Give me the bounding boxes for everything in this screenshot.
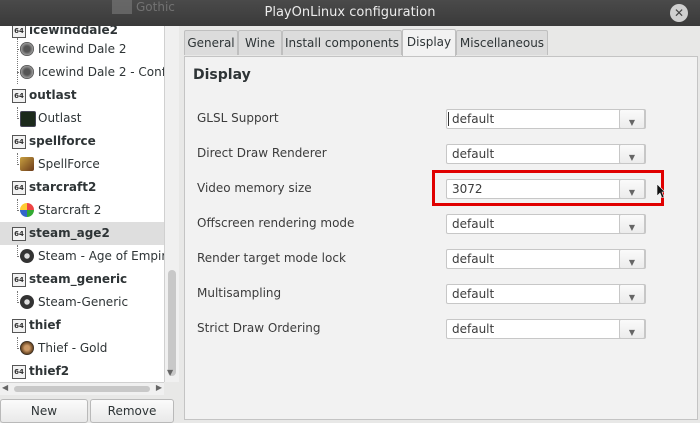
tree-item-steam-age-of-empires[interactable]: Steam - Age of Empires [0, 245, 164, 268]
highlight-box [432, 170, 664, 206]
title-bar: Gothic PlayOnLinux configuration ✕ [0, 0, 700, 26]
outlast-icon [20, 111, 36, 127]
tree-item-outlast[interactable]: Outlast [0, 107, 164, 130]
remove-button[interactable]: Remove [90, 399, 174, 423]
chevron-down-icon: ▼ [628, 293, 636, 302]
chevron-down-icon: ▼ [628, 258, 636, 267]
close-button[interactable]: ✕ [670, 4, 688, 22]
scrollbar-thumb[interactable] [14, 386, 150, 392]
offscreen-rendering-mode-label: Offscreen rendering mode [197, 216, 355, 230]
app-tree[interactable]: 64 icewinddale2 Icewind Dale 2 Icewind D… [0, 26, 165, 382]
arch-64-icon: 64 [12, 319, 26, 333]
arch-64-icon: 64 [12, 89, 26, 103]
tree-category-steam-generic[interactable]: 64 steam_generic [0, 268, 164, 291]
display-settings-pane: Display GLSL Support default ▼ Direct Dr… [184, 56, 698, 420]
chevron-down-icon: ▼ [628, 223, 636, 232]
steam-icon [20, 249, 34, 263]
chevron-down-icon: ▼ [628, 328, 636, 337]
strict-draw-ordering-select[interactable]: default ▼ [446, 319, 646, 339]
dropdown-arrow-button[interactable]: ▼ [619, 144, 645, 164]
chevron-down-icon: ▼ [628, 153, 636, 162]
spellforce-icon [20, 157, 34, 171]
glsl-support-select[interactable]: default ▼ [446, 109, 646, 129]
arch-64-icon: 64 [12, 26, 26, 38]
render-target-mode-lock-select[interactable]: default ▼ [446, 249, 646, 269]
tree-category-thief2[interactable]: 64 thief2 [0, 360, 164, 382]
tree-vertical-scrollbar[interactable]: ▼ [164, 26, 179, 382]
tree-item-spellforce[interactable]: SpellForce [0, 153, 164, 176]
tree-category-spellforce[interactable]: 64 spellforce [0, 130, 164, 153]
tree-item-starcraft-2[interactable]: Starcraft 2 [0, 199, 164, 222]
scroll-left-icon[interactable]: ◀ [2, 383, 8, 392]
scroll-right-icon[interactable]: ▶ [156, 383, 162, 392]
thief-icon [20, 341, 34, 355]
tab-install-components[interactable]: Install components [282, 30, 402, 55]
window-title: PlayOnLinux configuration [264, 5, 436, 20]
tree-category-steam-age2[interactable]: 64 steam_age2 [0, 222, 164, 245]
dropdown-arrow-button[interactable]: ▼ [619, 109, 645, 129]
multisampling-select[interactable]: default ▼ [446, 284, 646, 304]
gear-icon [20, 42, 34, 56]
new-button[interactable]: New [0, 399, 88, 423]
multisampling-label: Multisampling [197, 286, 282, 300]
dropdown-arrow-button[interactable]: ▼ [619, 214, 645, 234]
tree-item-thief-gold[interactable]: Thief - Gold [0, 337, 164, 360]
offscreen-rendering-mode-select[interactable]: default ▼ [446, 214, 646, 234]
arch-64-icon: 64 [12, 273, 26, 287]
sidebar: 64 icewinddale2 Icewind Dale 2 Icewind D… [0, 26, 180, 423]
dropdown-arrow-button[interactable]: ▼ [619, 319, 645, 339]
tree-category-starcraft2[interactable]: 64 starcraft2 [0, 176, 164, 199]
pane-heading: Display [193, 67, 251, 83]
chevron-down-icon: ▼ [628, 118, 636, 127]
arch-64-icon: 64 [12, 365, 26, 379]
scrollbar-thumb[interactable] [168, 270, 176, 376]
arch-64-icon: 64 [12, 181, 26, 195]
arch-64-icon: 64 [12, 135, 26, 149]
tab-general[interactable]: General [184, 30, 238, 55]
dropdown-arrow-button[interactable]: ▼ [619, 284, 645, 304]
scroll-down-icon[interactable]: ▼ [167, 368, 173, 377]
dropdown-arrow-button[interactable]: ▼ [619, 249, 645, 269]
direct-draw-renderer-label: Direct Draw Renderer [197, 146, 327, 160]
tab-miscellaneous[interactable]: Miscellaneous [456, 30, 548, 55]
tree-item-icewind-dale-2-config[interactable]: Icewind Dale 2 - Config [0, 61, 164, 84]
glsl-support-label: GLSL Support [197, 111, 279, 125]
mouse-pointer-icon [657, 184, 665, 198]
tree-item-steam-generic[interactable]: Steam-Generic [0, 291, 164, 314]
tree-category-thief[interactable]: 64 thief [0, 314, 164, 337]
gear-icon [20, 65, 34, 79]
steam-icon [20, 295, 34, 309]
arch-64-icon: 64 [12, 227, 26, 241]
tree-horizontal-scrollbar[interactable]: ◀ ▶ [0, 382, 164, 395]
video-memory-size-label: Video memory size [197, 181, 312, 195]
tab-bar: General Wine Install components Display … [184, 29, 696, 56]
tree-item-icewind-dale-2[interactable]: Icewind Dale 2 [0, 38, 164, 61]
tab-display[interactable]: Display [402, 29, 456, 56]
direct-draw-renderer-select[interactable]: default ▼ [446, 144, 646, 164]
text-cursor [448, 112, 449, 126]
tree-category-outlast[interactable]: 64 outlast [0, 84, 164, 107]
starcraft-icon [20, 203, 34, 217]
strict-draw-ordering-label: Strict Draw Ordering [197, 321, 321, 335]
close-icon: ✕ [673, 6, 685, 20]
tab-wine[interactable]: Wine [238, 30, 282, 55]
render-target-mode-lock-label: Render target mode lock [197, 251, 346, 265]
